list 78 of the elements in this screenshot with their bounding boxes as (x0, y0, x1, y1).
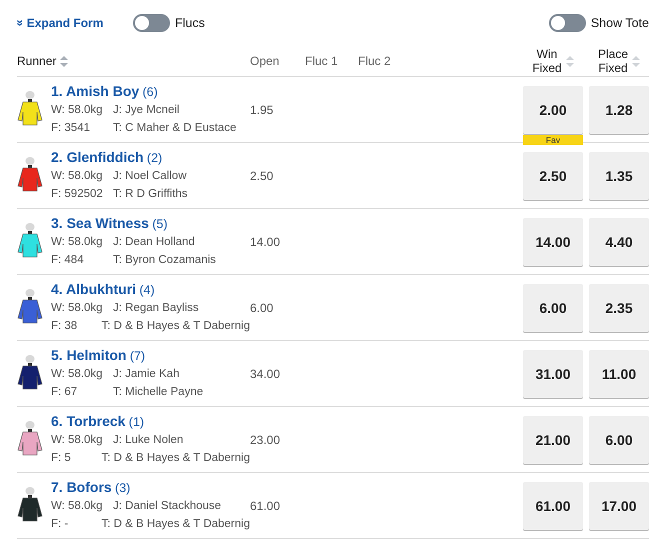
open-price: 2.50 (250, 168, 274, 182)
place-odds-button[interactable]: 2.35 (589, 284, 649, 332)
win-odds-button[interactable]: 2.00 (523, 86, 583, 134)
win-odds-button[interactable]: 61.00 (523, 482, 583, 530)
open-price: 14.00 (250, 234, 280, 248)
trainer-text: T: C Maher & D Eustace (113, 121, 236, 136)
barrier-number: (4) (139, 283, 155, 297)
weight-text: W: 58.0kg (51, 499, 104, 514)
barrier-number: (1) (128, 415, 144, 429)
favourite-badge: Fav (523, 134, 583, 144)
place-fixed-header[interactable]: Place Fixed (598, 47, 628, 75)
form-text: F: 67 (51, 385, 78, 400)
win-odds-button[interactable]: 21.00 (523, 416, 583, 464)
jockey-text: J: Daniel Stackhouse (113, 499, 222, 514)
form-text: F: 592502 (51, 187, 104, 202)
fluc-2-header: Fluc 2 (358, 54, 391, 68)
jockey-text: J: Jye Mcneil (113, 103, 180, 118)
trainer-text: T: D & B Hayes & T Dabernig (101, 319, 250, 334)
place-odds-button[interactable]: 1.28 (589, 86, 649, 134)
win-odds-button[interactable]: 31.00 (523, 350, 583, 398)
weight-text: W: 58.0kg (51, 433, 104, 448)
runner-name[interactable]: 7. Bofors (51, 479, 112, 495)
open-header: Open (250, 54, 280, 68)
trainer-text: T: Byron Cozamanis (113, 253, 216, 268)
runner-name[interactable]: 2. Glenfiddich (51, 149, 144, 165)
win-odds-button[interactable]: 2.50 (523, 152, 583, 200)
trainer-text: T: D & B Hayes & T Dabernig (101, 451, 250, 466)
open-price: 23.00 (250, 432, 280, 446)
fluc-1-header: Fluc 1 (305, 54, 338, 68)
sort-icon[interactable] (60, 56, 68, 66)
place-odds-button[interactable]: 6.00 (589, 416, 649, 464)
place-odds-button[interactable]: 11.00 (589, 350, 649, 398)
open-price: 6.00 (250, 300, 274, 314)
barrier-number: (2) (146, 151, 162, 165)
sort-icon[interactable] (566, 56, 574, 66)
barrier-number: (6) (142, 85, 158, 99)
show-tote-toggle[interactable] (548, 14, 586, 32)
runner-name[interactable]: 4. Albukhturi (51, 281, 136, 297)
expand-form-link[interactable]: » Expand Form (17, 16, 133, 30)
place-odds-button[interactable]: 4.40 (589, 218, 649, 266)
weight-text: W: 58.0kg (51, 235, 104, 250)
flucs-toggle[interactable] (133, 14, 170, 32)
place-odds-button[interactable]: 1.35 (589, 152, 649, 200)
runner-name[interactable]: 6. Torbreck (51, 413, 126, 429)
weight-text: W: 58.0kg (51, 103, 104, 118)
weight-text: W: 58.0kg (51, 301, 104, 316)
runner-name[interactable]: 1. Amish Boy (51, 83, 140, 99)
jockey-text: J: Jamie Kah (113, 367, 180, 382)
jockey-text: J: Noel Callow (113, 169, 186, 184)
trainer-text: T: R D Griffiths (113, 187, 188, 202)
form-text: F: 3541 (51, 121, 91, 136)
open-price: 61.00 (250, 498, 280, 512)
form-text: F: 5 (51, 451, 72, 466)
barrier-number: (3) (115, 481, 130, 495)
form-text: F: 38 (51, 319, 78, 334)
runner-name[interactable]: 5. Helmiton (51, 347, 126, 363)
form-text: F: - (51, 517, 70, 532)
trainer-text: T: Michelle Payne (113, 385, 204, 400)
place-odds-button[interactable]: 17.00 (589, 482, 649, 530)
jockey-text: J: Luke Nolen (113, 433, 184, 448)
win-fixed-header[interactable]: Win Fixed (532, 47, 562, 75)
runner-header[interactable]: Runner (17, 54, 56, 68)
open-price: 34.00 (250, 366, 280, 380)
weight-text: W: 58.0kg (51, 169, 104, 184)
jockey-text: J: Regan Bayliss (113, 301, 199, 316)
form-text: F: 484 (51, 253, 85, 268)
barrier-number: (7) (130, 349, 146, 363)
flucs-label: Flucs (175, 16, 205, 30)
win-odds-button[interactable]: 6.00 (523, 284, 583, 332)
jockey-text: J: Dean Holland (113, 235, 195, 250)
open-price: 1.95 (250, 102, 274, 116)
show-tote-label: Show Tote (590, 16, 649, 30)
sort-icon[interactable] (632, 56, 640, 66)
weight-text: W: 58.0kg (51, 367, 104, 382)
trainer-text: T: D & B Hayes & T Dabernig (101, 517, 250, 532)
runner-name[interactable]: 3. Sea Witness (51, 215, 149, 231)
barrier-number: (5) (152, 217, 168, 231)
win-odds-button[interactable]: 14.00 (523, 218, 583, 266)
